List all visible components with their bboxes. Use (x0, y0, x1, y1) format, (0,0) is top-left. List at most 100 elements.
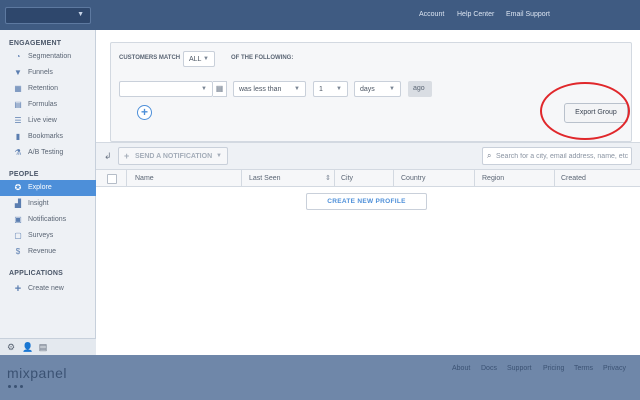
search-icon: ⌕ (487, 151, 491, 161)
amount-select[interactable]: 1 ▼ (313, 81, 348, 97)
column-header-region[interactable]: Region (482, 175, 504, 182)
column-divider (474, 170, 475, 187)
send-notification-button[interactable]: + SEND A NOTIFICATION ▼ (118, 147, 228, 165)
search-box[interactable]: ⌕ (482, 147, 632, 165)
sidebar-item-label: Retention (28, 85, 58, 92)
sidebar-item-label: A/B Testing (28, 149, 63, 156)
sidebar-item-surveys[interactable]: ▢ Surveys (0, 228, 96, 244)
sidebar-item-label: Formulas (28, 101, 57, 108)
sort-icon[interactable]: ⇕ (325, 174, 331, 182)
help-center-link[interactable]: Help Center (457, 11, 494, 18)
notifications-icon: ▣ (13, 215, 23, 225)
arrow-down-left-icon[interactable]: ↲ (104, 151, 112, 162)
column-divider (554, 170, 555, 187)
unit-select-value: days (360, 86, 375, 93)
column-header-created[interactable]: Created (561, 175, 586, 182)
live-view-icon: ☰ (13, 116, 23, 126)
column-header-country[interactable]: Country (401, 175, 426, 182)
profiles-toolbar: ↲ + SEND A NOTIFICATION ▼ ⌕ (96, 142, 640, 170)
table-header: Name Last Seen ⇕ City Country Region Cre… (96, 170, 640, 187)
sidebar-item-funnels[interactable]: ▼ Funnels (0, 65, 96, 81)
applications-heading: APPLICATIONS (9, 270, 63, 277)
operator-select-value: was less than (239, 86, 281, 93)
engagement-heading: ENGAGEMENT (9, 40, 61, 47)
match-select-value: ALL (189, 56, 201, 63)
gear-icon[interactable]: ⚙ (6, 342, 16, 352)
plus-icon: + (124, 151, 129, 161)
print-icon[interactable]: ▤ (38, 342, 48, 352)
calendar-icon[interactable]: ▦ (213, 81, 227, 97)
chevron-down-icon: ▼ (216, 153, 222, 159)
account-link[interactable]: Account (419, 11, 444, 18)
sidebar-item-label: Live view (28, 117, 57, 124)
ab-testing-icon: ⚗ (13, 148, 23, 158)
unit-select[interactable]: days ▼ (354, 81, 401, 97)
sidebar-item-label: Bookmarks (28, 133, 63, 140)
sidebar-item-segmentation[interactable]: ◔ Segmentation (0, 49, 96, 65)
sidebar-item-label: Insight (28, 200, 49, 207)
top-bar: ▼ Account Help Center Email Support (0, 0, 640, 30)
surveys-icon: ▢ (13, 231, 23, 241)
search-input[interactable] (496, 150, 630, 162)
sidebar-item-label: Notifications (28, 216, 66, 223)
sidebar-item-explore[interactable]: ✪ Explore (0, 180, 96, 196)
column-divider (126, 170, 127, 187)
column-divider (393, 170, 394, 187)
column-header-city[interactable]: City (341, 175, 353, 182)
footer-link-support[interactable]: Support (507, 365, 532, 372)
sidebar-item-revenue[interactable]: $ Revenue (0, 244, 96, 260)
people-heading: PEOPLE (9, 171, 39, 178)
amount-select-value: 1 (319, 86, 323, 93)
footer-link-pricing[interactable]: Pricing (543, 365, 564, 372)
column-divider (334, 170, 335, 187)
project-select[interactable]: ▼ (5, 7, 91, 24)
revenue-icon: $ (13, 247, 23, 257)
footer-link-privacy[interactable]: Privacy (603, 365, 626, 372)
add-filter-button[interactable]: + (137, 105, 152, 120)
sidebar-item-ab-testing[interactable]: ⚗ A/B Testing (0, 145, 96, 161)
user-add-icon[interactable]: 👤 (22, 342, 32, 352)
sidebar-item-retention[interactable]: ▦ Retention (0, 81, 96, 97)
logo-dots (8, 383, 26, 390)
insight-icon: ▟ (13, 199, 23, 209)
bookmark-icon: ▮ (13, 132, 23, 142)
sidebar-item-create-new[interactable]: + Create new (0, 281, 96, 297)
chevron-down-icon: ▼ (203, 56, 209, 62)
retention-icon: ▦ (13, 84, 23, 94)
chevron-down-icon: ▼ (294, 86, 300, 92)
email-support-link[interactable]: Email Support (506, 11, 550, 18)
customers-match-label: CUSTOMERS MATCH (119, 55, 180, 61)
column-header-last-seen[interactable]: Last Seen (249, 175, 281, 182)
funnel-icon: ▼ (13, 68, 23, 78)
sidebar-item-bookmarks[interactable]: ▮ Bookmarks (0, 129, 96, 145)
send-notification-label: SEND A NOTIFICATION (135, 153, 212, 160)
footer: mixpanel About Docs Support Pricing Term… (0, 355, 640, 400)
chevron-down-icon: ▼ (336, 86, 342, 92)
sidebar-item-label: Funnels (28, 69, 53, 76)
main-content: CUSTOMERS MATCH ALL ▼ OF THE FOLLOWING: … (96, 30, 640, 355)
footer-link-terms[interactable]: Terms (574, 365, 593, 372)
segmentation-icon: ◔ (13, 52, 23, 62)
explore-icon: ✪ (13, 183, 23, 193)
column-divider (241, 170, 242, 187)
column-header-name[interactable]: Name (135, 175, 154, 182)
sidebar-item-notifications[interactable]: ▣ Notifications (0, 212, 96, 228)
sidebar-footer-toolbar: ⚙ 👤 ▤ (0, 338, 96, 355)
sidebar-item-label: Surveys (28, 232, 53, 239)
plus-icon: + (141, 105, 148, 119)
sidebar-item-insight[interactable]: ▟ Insight (0, 196, 96, 212)
formula-icon: ▤ (13, 100, 23, 110)
footer-link-docs[interactable]: Docs (481, 365, 497, 372)
sidebar-item-label: Explore (28, 184, 52, 191)
sidebar-item-live-view[interactable]: ☰ Live view (0, 113, 96, 129)
sidebar-item-label: Create new (28, 285, 64, 292)
property-select[interactable]: ▼ (119, 81, 213, 97)
sidebar-item-label: Revenue (28, 248, 56, 255)
select-all-checkbox[interactable] (107, 174, 117, 184)
create-new-profile-button[interactable]: CREATE NEW PROFILE (306, 193, 427, 210)
operator-select[interactable]: was less than ▼ (233, 81, 306, 97)
chevron-down-icon: ▼ (77, 11, 84, 18)
sidebar-item-formulas[interactable]: ▤ Formulas (0, 97, 96, 113)
match-select[interactable]: ALL ▼ (183, 51, 215, 67)
footer-link-about[interactable]: About (452, 365, 470, 372)
